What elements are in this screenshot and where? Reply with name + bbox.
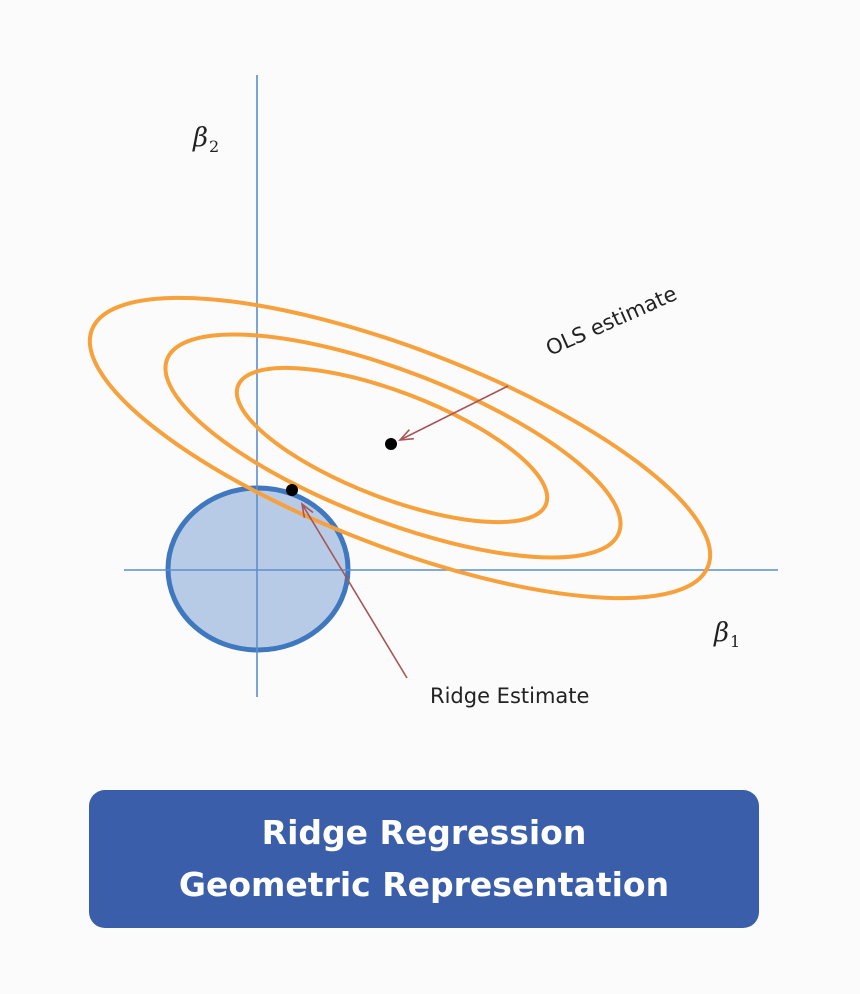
slide: OLS estimate Ridge Estimate β2 β1 Ridge … [0, 0, 860, 994]
title-line-2: Geometric Representation [178, 865, 670, 904]
y-axis-label: β2 [192, 123, 219, 156]
ols-estimate-label: OLS estimate [542, 281, 680, 360]
ols-estimate-point [385, 438, 397, 450]
ols-arrow [400, 385, 509, 440]
title-line-1: Ridge Regression [261, 813, 587, 852]
ridge-estimate-label: Ridge Estimate [430, 684, 589, 708]
title-banner: Ridge Regression Geometric Representatio… [89, 790, 759, 928]
ridge-constraint-region [165, 485, 351, 653]
x-axis-label: β1 [713, 618, 740, 651]
ridge-estimate-point [286, 484, 298, 496]
